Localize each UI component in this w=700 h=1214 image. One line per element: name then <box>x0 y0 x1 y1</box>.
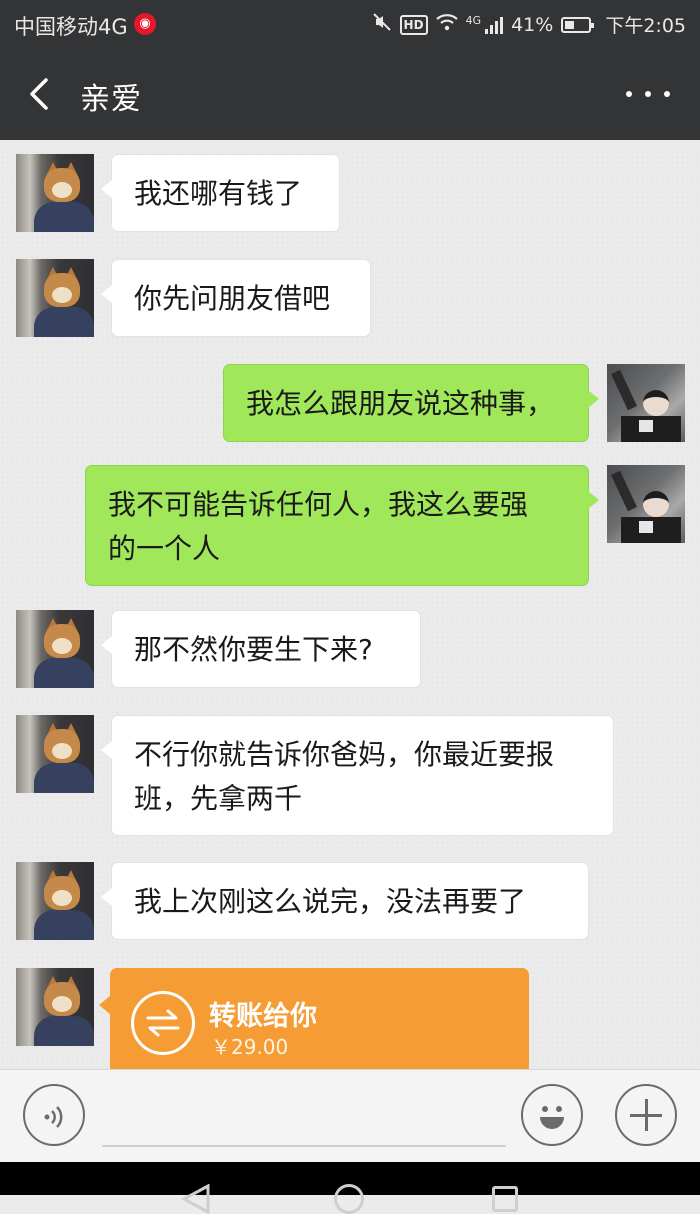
contact-avatar[interactable] <box>16 968 94 1046</box>
transfer-card[interactable]: 转账给你 ￥29.00 <box>99 968 529 1069</box>
nav-back-icon[interactable] <box>180 1184 214 1214</box>
more-dots-icon <box>626 91 632 97</box>
voice-icon <box>44 1106 63 1128</box>
mute-icon <box>372 12 392 37</box>
emoji-icon <box>540 1106 564 1129</box>
back-button[interactable] <box>18 72 62 116</box>
transfer-icon <box>131 991 195 1055</box>
nav-home-icon[interactable] <box>334 1184 364 1214</box>
message-text: 你先问朋友借吧 <box>134 282 331 315</box>
network-type: 4G <box>465 14 482 27</box>
message-bubble-incoming[interactable]: 我上次刚这么说完，没法再要了 <box>101 862 589 940</box>
chat-title: 亲爱 <box>80 82 142 117</box>
message-input[interactable] <box>102 1145 506 1147</box>
input-bar <box>0 1069 700 1163</box>
message-text-line: 不行你就告诉你爸妈，你最近要报 <box>134 738 555 771</box>
message-bubble-incoming[interactable]: 那不然你要生下来? <box>101 610 421 688</box>
system-nav-bar <box>0 1162 700 1214</box>
chat-messages[interactable]: 我还哪有钱了 你先问朋友借吧 我怎么跟朋友说这种事， 我不可能告诉任何人，我这么… <box>0 140 700 1069</box>
carrier-label: 中国移动4G <box>14 15 128 39</box>
transfer-amount: ￥29.00 <box>211 1035 289 1059</box>
message-text: 我还哪有钱了 <box>134 177 303 210</box>
weibo-notification-icon: ◉ <box>134 13 156 35</box>
contact-avatar[interactable] <box>16 259 94 337</box>
message-text: 那不然你要生下来? <box>134 633 373 666</box>
message-text-line: 的一个人 <box>108 532 221 565</box>
plus-button[interactable] <box>615 1084 677 1146</box>
contact-avatar[interactable] <box>16 610 94 688</box>
nav-recents-icon[interactable] <box>492 1186 518 1212</box>
chat-header: 亲爱 <box>0 48 700 140</box>
signal-icon <box>485 16 504 34</box>
battery-icon <box>561 16 595 33</box>
clock: 下午2:05 <box>605 15 686 37</box>
my-avatar[interactable] <box>607 364 685 442</box>
back-chevron-icon <box>30 78 48 110</box>
battery-percent: 41% <box>511 13 554 36</box>
my-avatar[interactable] <box>607 465 685 543</box>
message-bubble-incoming[interactable]: 你先问朋友借吧 <box>101 259 371 337</box>
message-bubble-incoming[interactable]: 不行你就告诉你爸妈，你最近要报 班，先拿两千 <box>101 715 614 836</box>
contact-avatar[interactable] <box>16 862 94 940</box>
status-bar: 中国移动4G ◉ HD 4G 41% 下午2:05 <box>0 0 700 48</box>
status-icons: HD 4G 41% 下午2:05 <box>372 11 686 38</box>
voice-button[interactable] <box>23 1084 85 1146</box>
message-text: 我怎么跟朋友说这种事， <box>246 387 555 420</box>
message-text: 我上次刚这么说完，没法再要了 <box>134 885 527 918</box>
contact-avatar[interactable] <box>16 715 94 793</box>
hd-icon: HD <box>399 14 428 35</box>
message-bubble-incoming[interactable]: 我还哪有钱了 <box>101 154 340 232</box>
contact-avatar[interactable] <box>16 154 94 232</box>
message-bubble-outgoing[interactable]: 我不可能告诉任何人，我这么要强 的一个人 <box>85 465 599 586</box>
more-button[interactable] <box>626 80 670 108</box>
emoji-button[interactable] <box>521 1084 583 1146</box>
wifi-icon <box>435 13 458 36</box>
message-bubble-outgoing[interactable]: 我怎么跟朋友说这种事， <box>223 364 599 442</box>
message-text-line: 班，先拿两千 <box>134 782 303 815</box>
transfer-title: 转账给你 <box>209 1001 317 1032</box>
message-text-line: 我不可能告诉任何人，我这么要强 <box>108 488 529 521</box>
